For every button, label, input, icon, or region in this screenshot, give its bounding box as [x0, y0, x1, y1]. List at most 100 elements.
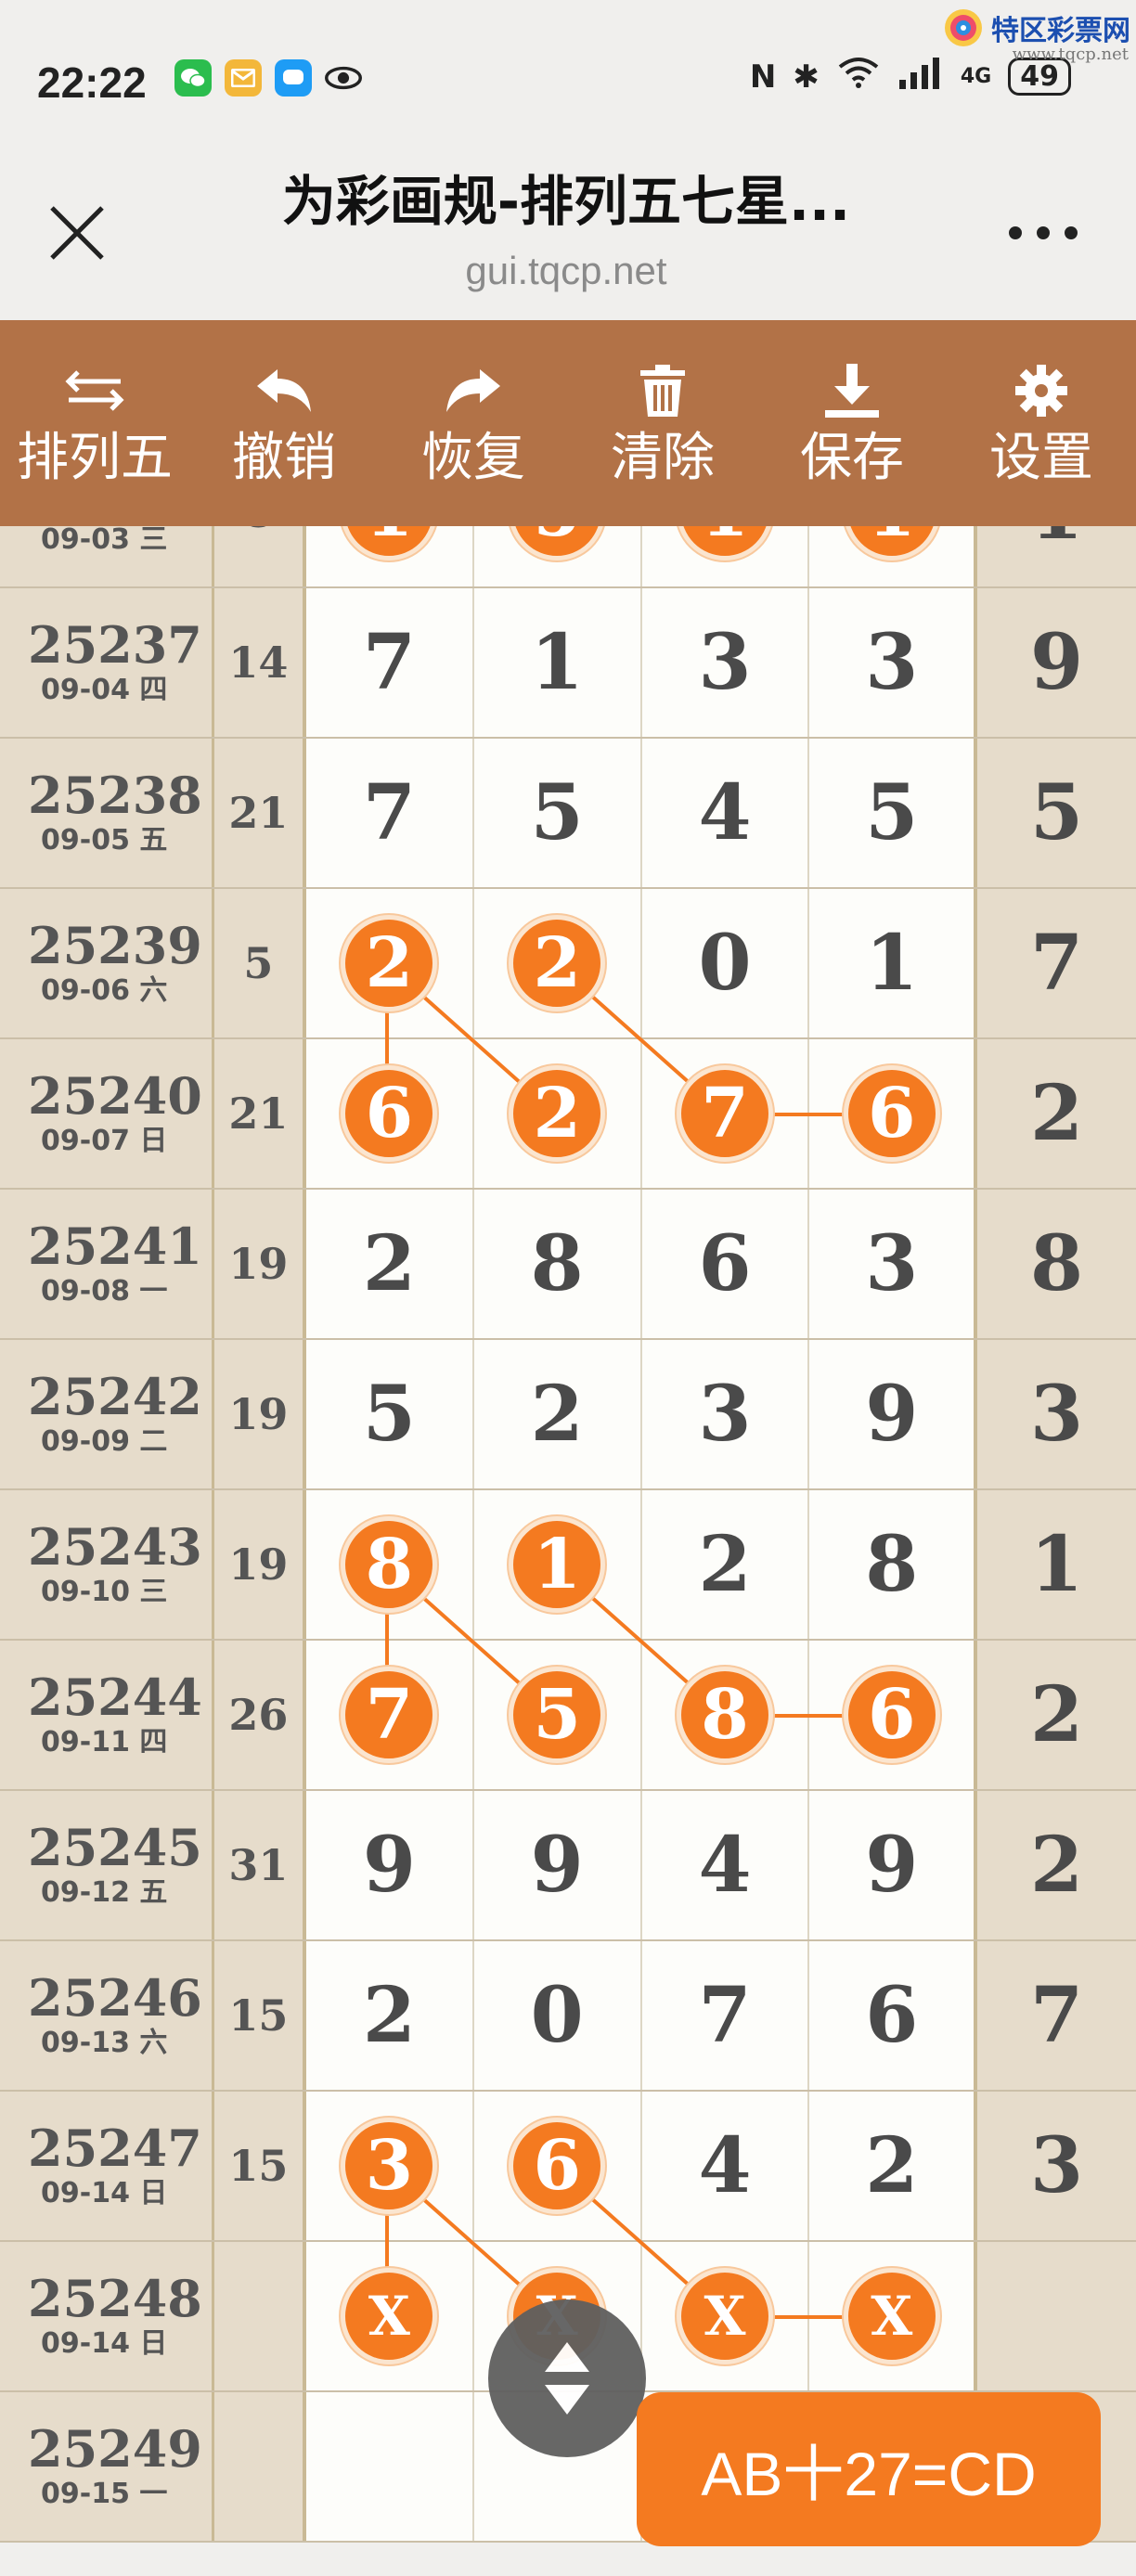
digit-value: 8 [865, 1520, 919, 1609]
digit-cell[interactable]: 9 [473, 1791, 642, 1939]
digit-cell[interactable]: 2 [306, 1941, 474, 2090]
digit-cell[interactable]: 7 [306, 739, 474, 887]
digit-cell[interactable]: X [641, 2242, 810, 2390]
lottery-type-button[interactable]: 排列五 [0, 320, 189, 526]
more-menu-button[interactable] [1006, 210, 1080, 242]
issue-date: 09-09 二 [41, 1425, 168, 1458]
tail-cell [977, 2242, 1136, 2390]
digit-value: 2 [865, 2121, 919, 2210]
digit-value: 9 [362, 1821, 416, 1910]
digit-cell[interactable]: 7 [641, 1941, 810, 2090]
issue-number: 25244 [28, 1668, 202, 1727]
digit-cell[interactable]: 2 [809, 2092, 978, 2240]
redo-button[interactable]: 恢复 [379, 320, 568, 526]
digit-cell[interactable]: 5 [473, 1641, 642, 1789]
settings-button[interactable]: 设置 [947, 320, 1136, 526]
save-button[interactable]: 保存 [757, 320, 947, 526]
digit-cell[interactable]: 9 [306, 1791, 474, 1939]
digit-cell[interactable]: 7 [306, 1641, 474, 1789]
digit-value: 0 [530, 1971, 584, 2060]
digit-cell[interactable]: 5 [306, 1340, 474, 1488]
issue-date: 09-12 五 [41, 1876, 168, 1909]
digit-cell[interactable]: 6 [809, 1641, 978, 1789]
marked-digit-ball: 1 [676, 526, 773, 560]
digit-cell[interactable]: 0 [641, 889, 810, 1037]
digit-cell[interactable]: 2 [641, 1490, 810, 1639]
signal-icon [897, 56, 944, 97]
digit-cell[interactable]: 4 [641, 739, 810, 887]
digit-cell[interactable]: X [809, 2242, 978, 2390]
digit-cell[interactable]: 7 [641, 1039, 810, 1188]
tail-cell: 5 [977, 739, 1136, 887]
digit-cell[interactable]: 8 [809, 1490, 978, 1639]
digit-cell[interactable]: 5 [473, 526, 642, 586]
digit-cell[interactable]: 6 [809, 1941, 978, 2090]
digit-cell[interactable]: 2 [473, 1340, 642, 1488]
digit-cell[interactable] [306, 2392, 474, 2541]
clear-button[interactable]: 清除 [568, 320, 757, 526]
digit-cell[interactable]: 5 [809, 739, 978, 887]
table-row: 25237 09-04 四 14 7 1 3 3 9 [0, 588, 1136, 739]
tail-cell: 3 [977, 1340, 1136, 1488]
digit-cell[interactable]: 2 [473, 889, 642, 1037]
digit-value: 9 [865, 1821, 919, 1910]
digit-cell[interactable]: 5 [473, 739, 642, 887]
digit-cell[interactable]: X [306, 2242, 474, 2390]
tail-cell: 2 [977, 1039, 1136, 1188]
digit-cell[interactable]: 4 [641, 2092, 810, 2240]
digit-cell[interactable]: 1 [809, 889, 978, 1037]
scroll-toggle-button[interactable] [488, 2299, 646, 2457]
issue-cell: 2523609-03 三 [0, 526, 214, 586]
digit-cell[interactable]: 3 [809, 1190, 978, 1338]
swap-icon [65, 354, 124, 428]
digit-cell[interactable]: 1 [809, 526, 978, 586]
digit-cell[interactable]: 4 [641, 1791, 810, 1939]
digit-cell[interactable]: 2 [306, 1190, 474, 1338]
undo-button[interactable]: 撤销 [189, 320, 379, 526]
issue-number: 25245 [28, 1818, 202, 1877]
issue-number: 25238 [28, 766, 202, 825]
toolbar-label: 保存 [800, 428, 904, 488]
digit-cell[interactable]: 6 [473, 2092, 642, 2240]
digit-cell[interactable]: 6 [306, 1039, 474, 1188]
digit-cell[interactable]: 7 [306, 588, 474, 737]
issue-cell: 25249 09-15 一 [0, 2392, 214, 2541]
digit-cell[interactable]: 3 [809, 588, 978, 737]
digit-cell[interactable]: 6 [641, 1190, 810, 1338]
digit-cell[interactable]: 8 [641, 1641, 810, 1789]
digit-value: 0 [698, 919, 752, 1008]
issue-date: 09-11 四 [41, 1726, 168, 1758]
issue-number: 25248 [28, 2269, 202, 2328]
issue-date: 09-14 日 [41, 2177, 168, 2209]
sum-cell: 8 [213, 526, 307, 586]
digit-cell[interactable]: 6 [809, 1039, 978, 1188]
digit-cell[interactable]: 9 [809, 1791, 978, 1939]
digit-cell[interactable]: 1 [306, 526, 474, 586]
digit-cell[interactable]: 9 [809, 1340, 978, 1488]
digit-cell[interactable]: 1 [473, 1490, 642, 1639]
digit-cell[interactable]: 3 [641, 1340, 810, 1488]
digit-cell[interactable]: 2 [306, 889, 474, 1037]
undo-icon [253, 354, 315, 428]
digit-cell[interactable]: 2 [473, 1039, 642, 1188]
more-icon [1009, 226, 1078, 239]
digit-value: 5 [362, 1370, 416, 1459]
digit-cell[interactable]: 8 [306, 1490, 474, 1639]
digit-cell[interactable]: 1 [473, 588, 642, 737]
formula-button[interactable]: AB十27=CD [637, 2392, 1101, 2546]
wechat-icon [174, 59, 212, 97]
marked-digit-ball: 8 [341, 1516, 438, 1613]
issue-cell: 25237 09-04 四 [0, 588, 214, 737]
digit-cell[interactable]: 8 [473, 1190, 642, 1338]
digit-cell[interactable]: 3 [641, 588, 810, 737]
digit-cell[interactable]: 0 [473, 1941, 642, 2090]
issue-cell: 25248 09-14 日 [0, 2242, 214, 2390]
sum-cell: 15 [213, 2092, 307, 2240]
issue-cell: 25238 09-05 五 [0, 739, 214, 887]
digit-cell[interactable]: 3 [306, 2092, 474, 2240]
marked-digit-ball: 2 [509, 1065, 606, 1162]
marked-digit-ball: 6 [843, 1667, 940, 1763]
digit-cell[interactable]: 1 [641, 526, 810, 586]
close-button[interactable] [45, 200, 110, 265]
table-row: 2523609-03 三815111 [0, 526, 1136, 588]
